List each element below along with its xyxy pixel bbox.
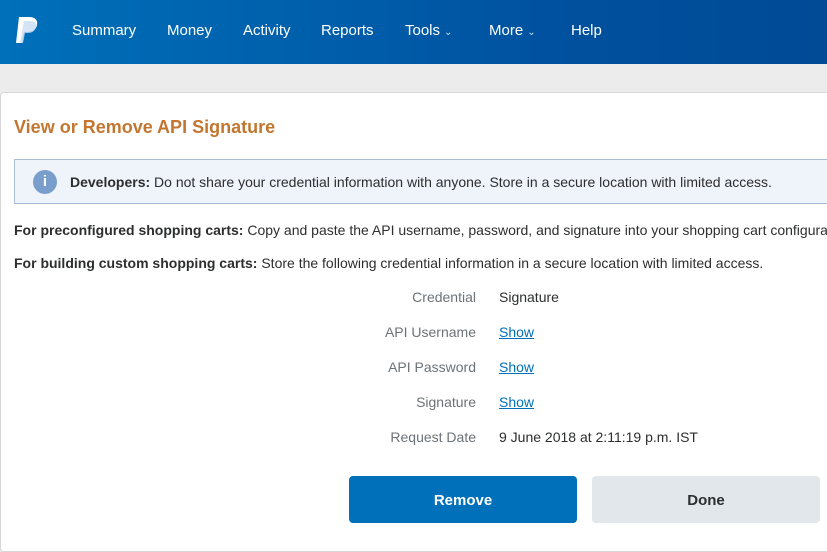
nav-tools-label: Tools <box>405 22 441 39</box>
done-button[interactable]: Done <box>592 476 820 523</box>
nav-reports[interactable]: Reports <box>321 22 374 39</box>
preconfigured-text: For preconfigured shopping carts: Copy a… <box>14 222 827 238</box>
chevron-down-icon: ⌄ <box>444 27 453 38</box>
show-password-link[interactable]: Show <box>499 359 534 375</box>
nav-money[interactable]: Money <box>167 22 212 39</box>
notice-body: Do not share your credential information… <box>150 173 772 190</box>
custom-bold: For building custom shopping carts: <box>14 255 258 271</box>
nav-help[interactable]: Help <box>571 22 602 39</box>
nav-tools[interactable]: Tools ⌄ <box>405 22 452 39</box>
field-value: 9 June 2018 at 2:11:19 p.m. IST <box>499 429 698 445</box>
chevron-down-icon: ⌄ <box>527 27 536 38</box>
remove-button[interactable]: Remove <box>349 476 577 523</box>
preconfigured-body: Copy and paste the API username, passwor… <box>243 222 827 238</box>
show-username-link[interactable]: Show <box>499 324 534 340</box>
preconfigured-bold: For preconfigured shopping carts: <box>14 222 244 238</box>
field-label: Request Date <box>390 429 476 445</box>
field-label: API Username <box>384 324 476 340</box>
nav-summary[interactable]: Summary <box>72 22 136 39</box>
paypal-logo-icon[interactable] <box>14 15 40 45</box>
field-value: Signature <box>499 289 559 305</box>
api-signature-card: View or Remove API Signature i Developer… <box>0 92 827 552</box>
developer-notice: i Developers: Do not share your credenti… <box>14 159 827 204</box>
field-label: Credential <box>412 289 476 305</box>
field-label: Signature <box>416 394 476 410</box>
nav-more[interactable]: More ⌄ <box>489 22 536 39</box>
nav-activity[interactable]: Activity <box>243 22 291 39</box>
nav-more-label: More <box>489 22 524 39</box>
notice-bold: Developers: <box>70 173 151 190</box>
top-nav: Summary Money Activity Reports Tools ⌄ Mo… <box>0 0 827 64</box>
page-title: View or Remove API Signature <box>14 117 276 137</box>
custom-text: For building custom shopping carts: Stor… <box>14 255 763 271</box>
field-label: API Password <box>388 359 476 375</box>
info-icon: i <box>33 169 57 194</box>
notice-text: Developers: Do not share your credential… <box>70 174 772 190</box>
show-signature-link[interactable]: Show <box>499 394 534 410</box>
custom-body: Store the following credential informati… <box>257 255 764 271</box>
